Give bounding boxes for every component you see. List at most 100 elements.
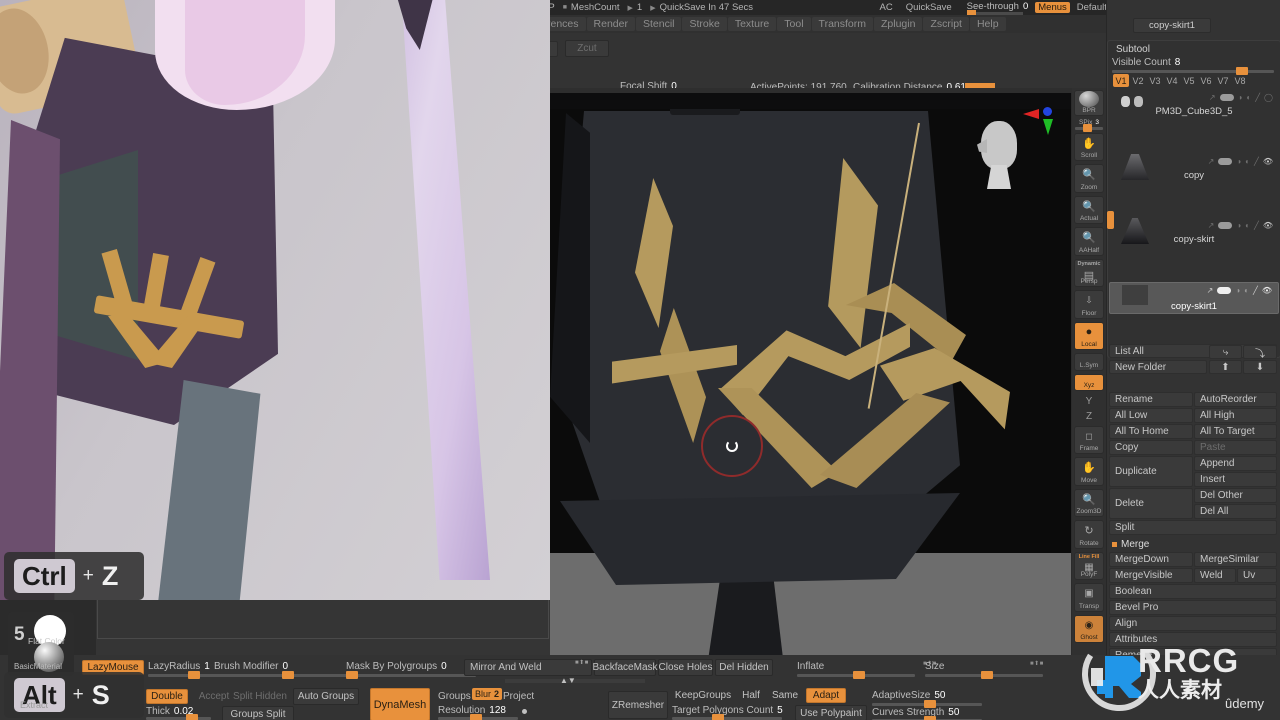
- mergesimilar-button[interactable]: MergeSimilar: [1194, 552, 1277, 567]
- half-button[interactable]: Half: [736, 688, 766, 703]
- rotate-button[interactable]: ↻ Rotate: [1074, 520, 1104, 549]
- size-options-icon[interactable]: ■ ⬆ ■: [1030, 660, 1043, 667]
- paste-button[interactable]: Paste: [1194, 440, 1277, 455]
- zremesher-button[interactable]: ZRemesher: [608, 691, 668, 719]
- mirror-and-weld-button[interactable]: Mirror And Weld: [464, 659, 592, 676]
- vchip-v1[interactable]: V1: [1113, 74, 1129, 87]
- rename-button[interactable]: Rename: [1109, 392, 1193, 407]
- viewport-3d[interactable]: [550, 93, 1071, 655]
- frame-button[interactable]: ◻ Frame: [1074, 425, 1104, 455]
- folder-in-button[interactable]: ⤵: [1243, 345, 1277, 360]
- project-toggle[interactable]: Project: [503, 691, 534, 702]
- paint-icon[interactable]: ╱: [1255, 93, 1260, 102]
- append-button[interactable]: Append: [1194, 456, 1277, 471]
- subtool-name-3[interactable]: copy-skirt1: [1110, 301, 1278, 312]
- menu-stroke[interactable]: Stroke: [682, 17, 727, 31]
- projection-dot-icon[interactable]: [522, 709, 527, 714]
- transp-button[interactable]: ▣ Transp: [1074, 583, 1104, 612]
- close-holes-button[interactable]: Close Holes: [658, 659, 713, 676]
- contrast-icon[interactable]: ◑: [1238, 93, 1243, 102]
- all-to-target-button[interactable]: All To Target: [1194, 424, 1277, 439]
- groups-label[interactable]: Groups: [438, 691, 471, 702]
- del-hidden-button[interactable]: Del Hidden: [715, 659, 773, 676]
- contrast-icon-1[interactable]: ◑: [1236, 157, 1241, 166]
- subtool-icon-row-2[interactable]: ↗ ◑ ◐ ╱ 👁: [1208, 221, 1273, 230]
- ghost-button[interactable]: ◉ Ghost: [1074, 614, 1104, 644]
- bevel-pro-section[interactable]: Bevel Pro: [1109, 600, 1277, 615]
- paint-icon-2[interactable]: ╱: [1254, 221, 1259, 230]
- extract-button-label[interactable]: Extract: [20, 700, 48, 710]
- same-button[interactable]: Same: [766, 688, 804, 703]
- align-section[interactable]: Align: [1109, 616, 1277, 631]
- uv-button[interactable]: Uv: [1237, 568, 1277, 583]
- adapt-button[interactable]: Adapt: [806, 688, 846, 703]
- subtool-name-2[interactable]: copy-skirt: [1109, 234, 1279, 245]
- all-low-button[interactable]: All Low: [1109, 408, 1193, 423]
- zoom-button[interactable]: 🔍 Zoom: [1074, 164, 1104, 193]
- menu-render[interactable]: Render: [586, 17, 635, 31]
- halftone-icon-3[interactable]: ◐: [1244, 286, 1249, 295]
- attributes-section[interactable]: Attributes: [1109, 632, 1277, 647]
- menu-zscript[interactable]: Zscript: [923, 17, 969, 31]
- move-up-button[interactable]: ⬆: [1209, 360, 1242, 374]
- contrast-icon-2[interactable]: ◑: [1236, 221, 1241, 230]
- visible-count-slider[interactable]: [1112, 67, 1274, 75]
- keepgroups-button[interactable]: KeepGroups: [672, 688, 734, 703]
- duplicate-button[interactable]: Duplicate: [1109, 456, 1193, 487]
- subtool-name[interactable]: PM3D_Cube3D_5: [1109, 106, 1279, 117]
- paint-icon-3[interactable]: ╱: [1253, 286, 1258, 295]
- subtool-row-1[interactable]: ↗ ◑ ◐ ╱ 👁 copy: [1109, 154, 1279, 186]
- lsym-button[interactable]: L.Sym: [1074, 353, 1104, 371]
- merge-section-header[interactable]: Merge: [1109, 537, 1277, 551]
- contrast-icon-3[interactable]: ◑: [1235, 286, 1240, 295]
- vchip-v6[interactable]: V6: [1198, 74, 1214, 87]
- quicksave-button[interactable]: QuickSave: [906, 2, 952, 13]
- magnify-icon-3[interactable]: ↗: [1207, 286, 1214, 295]
- menu-zplugin[interactable]: Zplugin: [874, 17, 923, 31]
- subtool-icon-row-1[interactable]: ↗ ◑ ◐ ╱ 👁: [1208, 157, 1273, 166]
- eye-icon-2[interactable]: 👁: [1263, 221, 1273, 230]
- subtool-row-2[interactable]: ↗ ◑ ◐ ╱ 👁 copy-skirt: [1109, 218, 1279, 250]
- floor-button[interactable]: ⇩ Floor: [1074, 290, 1104, 319]
- menu-help[interactable]: Help: [969, 17, 1006, 31]
- del-all-button[interactable]: Del All: [1194, 504, 1277, 519]
- move-down-button[interactable]: ⬇: [1243, 360, 1277, 374]
- mask-by-polygroups-slider[interactable]: [346, 671, 476, 679]
- persp-button[interactable]: Dynamic ▤ Persp: [1074, 258, 1104, 288]
- toggle-icon-1[interactable]: [1218, 158, 1233, 165]
- size-slider[interactable]: [925, 671, 1043, 679]
- zcut-button[interactable]: Zcut: [565, 40, 609, 57]
- backfacemask-button[interactable]: BackfaceMask: [592, 659, 658, 676]
- eye-icon[interactable]: ◯: [1264, 93, 1273, 102]
- reference-image[interactable]: [0, 0, 550, 600]
- subtool-icon-row[interactable]: ↗ ◑ ◐ ╱ ◯: [1209, 93, 1273, 102]
- subtool-row-3-selected[interactable]: ↗ ◑ ◐ ╱ 👁 copy-skirt1: [1109, 282, 1279, 314]
- delete-button[interactable]: Delete: [1109, 488, 1193, 519]
- eye-icon-3[interactable]: 👁: [1262, 286, 1272, 295]
- subtool-name-1[interactable]: copy: [1109, 170, 1279, 181]
- z-axis-button[interactable]: Z: [1086, 411, 1092, 422]
- adaptive-size-slider[interactable]: [872, 700, 982, 708]
- halftone-icon-2[interactable]: ◐: [1245, 221, 1250, 230]
- subtool-row-0[interactable]: ↗ ◑ ◐ ╱ ◯ PM3D_Cube3D_5: [1109, 90, 1279, 122]
- toggle-icon[interactable]: [1219, 94, 1234, 101]
- subtool-icon-row-3[interactable]: ↗ ◑ ◐ ╱ 👁: [1207, 286, 1272, 295]
- boolean-section[interactable]: Boolean: [1109, 584, 1277, 599]
- subtool-section-title[interactable]: Subtool: [1111, 44, 1150, 55]
- vchip-v5[interactable]: V5: [1181, 74, 1197, 87]
- autoreorder-button[interactable]: AutoReorder: [1194, 392, 1277, 407]
- new-folder-button[interactable]: New Folder: [1109, 360, 1207, 374]
- subtool-list[interactable]: ↗ ◑ ◐ ╱ ◯ PM3D_Cube3D_5 ↗ ◑ ◐ ╱ 👁 copy ↗…: [1109, 90, 1279, 342]
- aahalf-button[interactable]: 🔍 AAHalf: [1074, 227, 1104, 256]
- mergevisible-button[interactable]: MergeVisible: [1109, 568, 1193, 583]
- split-section[interactable]: Split: [1109, 520, 1277, 535]
- magnify-icon[interactable]: ↗: [1209, 93, 1216, 102]
- actual-button[interactable]: 🔍 Actual: [1074, 195, 1104, 225]
- spix-slider[interactable]: [1075, 124, 1103, 132]
- vchip-v4[interactable]: V4: [1164, 74, 1180, 87]
- copy-button[interactable]: Copy: [1109, 440, 1193, 455]
- vchip-v8[interactable]: V8: [1232, 74, 1248, 87]
- groups-split-button[interactable]: Groups Split: [222, 706, 294, 720]
- dynamesh-button[interactable]: DynaMesh: [370, 688, 430, 720]
- blur-field[interactable]: Blur 2: [472, 688, 503, 700]
